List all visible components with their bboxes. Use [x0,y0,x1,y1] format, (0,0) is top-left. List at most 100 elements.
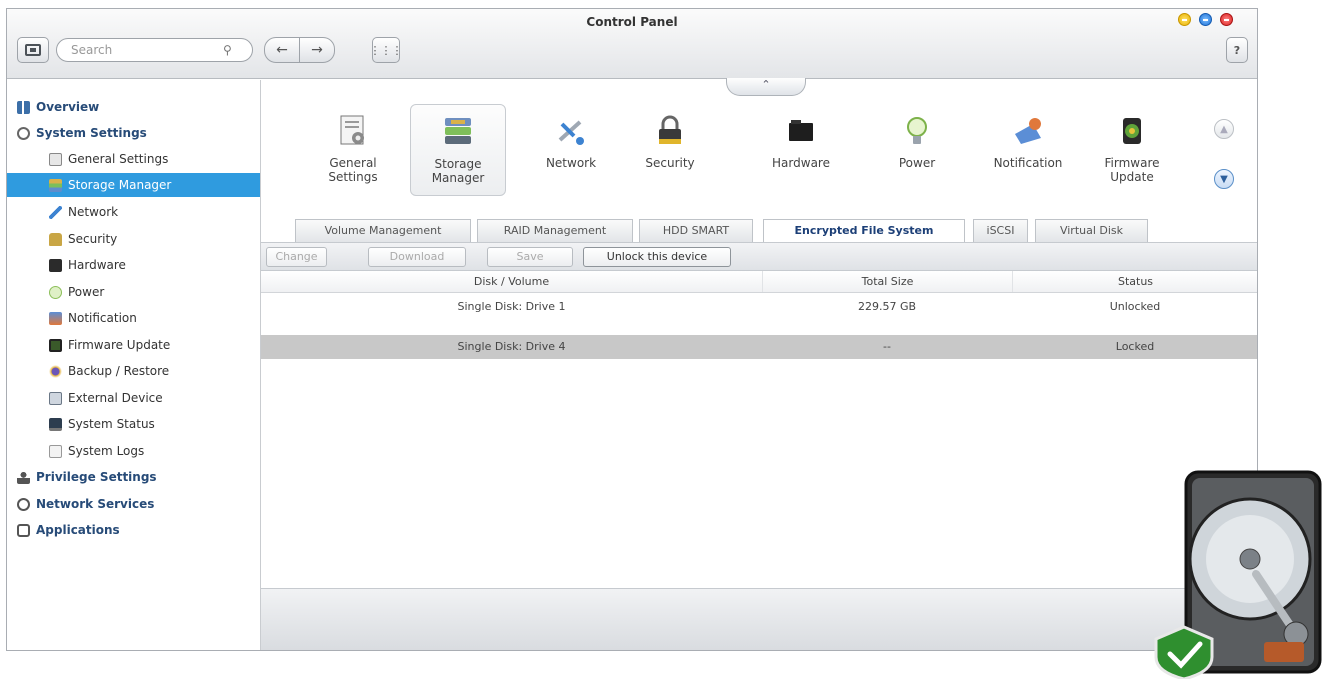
forward-button[interactable]: → [299,37,335,63]
network-icon [558,120,584,145]
hardware-icon [789,120,813,141]
iconbar-scroll-down-button[interactable]: ▼ [1214,169,1234,189]
sidebar-item-label: External Device [68,391,163,405]
cell-total-size: 229.57 GB [857,300,917,313]
iconbar-scroll-up-button[interactable]: ▲ [1214,119,1234,139]
sidebar-item-security[interactable]: Security [7,227,260,251]
backup-restore-icon [49,364,62,378]
tab-raid-management[interactable]: RAID Management [477,219,633,243]
back-button[interactable]: ← [264,37,300,63]
sidebar-item-label: Storage Manager [68,178,172,192]
iconbar-general-settings[interactable]: General Settings [305,104,401,196]
iconbar-security[interactable]: Security [622,104,718,196]
minimize-button[interactable] [1178,13,1191,26]
iconbar-label: Network [545,156,597,170]
sidebar-item-label: Privilege Settings [36,470,157,484]
sidebar-item-network-services[interactable]: Network Services [7,492,260,516]
iconbar-firmware-update[interactable]: Firmware Update [1084,104,1180,196]
help-button[interactable]: ? [1226,37,1248,63]
action-toolbar: Change Download Save Unlock this device [261,243,1257,271]
sidebar-item-system-status[interactable]: System Status [7,412,260,436]
iconbar-notification[interactable]: Notification [980,104,1076,196]
storage-manager-icon [49,178,62,192]
iconbar-label: Firmware [1104,156,1160,170]
globe-icon [17,497,30,511]
iconbar-storage-manager[interactable]: Storage Manager [410,104,506,196]
sidebar-item-label: System Status [68,417,155,431]
cell-status: Unlocked [1109,300,1161,313]
notification-icon [1015,118,1041,144]
iconbar-label: Manager [431,171,485,185]
sidebar-item-hardware[interactable]: Hardware [7,253,260,277]
lock-icon [49,232,62,246]
cell-disk-volume: Single Disk: Drive 4 [457,340,566,353]
title-bar: Control Panel Search ⚲ ← → ⋮⋮⋮ ? [7,9,1257,79]
sidebar-item-applications[interactable]: Applications [7,518,260,542]
table-row[interactable]: Single Disk: Drive 4 -- Locked [261,335,1257,359]
power-bulb-icon [49,285,62,299]
save-button[interactable]: Save [487,247,573,267]
sidebar-item-privilege-settings[interactable]: Privilege Settings [7,465,260,489]
lock-icon [659,115,681,144]
sidebar-item-network[interactable]: Network [7,200,260,224]
sidebar-item-storage-manager[interactable]: Storage Manager [7,173,260,197]
sidebar-item-label: Security [68,232,118,246]
notification-icon [49,311,62,325]
tab-hdd-smart[interactable]: HDD SMART [639,219,753,243]
user-icon [17,470,30,484]
grid-icon: ⋮⋮⋮ [369,43,403,57]
home-icon [25,44,41,56]
apps-grid-button[interactable]: ⋮⋮⋮ [369,37,403,63]
sidebar-item-system-settings[interactable]: System Settings [7,121,260,145]
sidebar-item-label: System Settings [36,126,147,140]
cell-total-size: -- [883,340,891,353]
sidebar-item-overview[interactable]: Overview [7,95,260,119]
search-icon[interactable]: ⚲ [223,43,235,57]
network-icon [49,205,62,219]
arrow-left-icon: ← [276,42,288,58]
hardware-icon [49,258,62,272]
iconbar-label: Notification [993,156,1063,170]
change-button[interactable]: Change [266,247,327,267]
window-title: Control Panel [586,15,678,29]
tab-virtual-disk[interactable]: Virtual Disk [1035,219,1148,243]
column-header-status[interactable]: Status [1012,271,1258,292]
iconbar-hardware[interactable]: Hardware [753,104,849,196]
sidebar-item-label: Network [68,205,119,219]
iconbar-label: Security [645,156,695,170]
tab-iscsi[interactable]: iSCSI [973,219,1028,243]
table-header: Disk / Volume Total Size Status [261,271,1257,293]
sidebar-item-backup-restore[interactable]: Backup / Restore [7,359,260,383]
unlock-device-button[interactable]: Unlock this device [583,247,731,267]
column-header-total-size[interactable]: Total Size [762,271,1012,292]
iconbar-network[interactable]: Network [523,104,619,196]
sidebar-item-label: Network Services [36,497,155,511]
sidebar-item-power[interactable]: Power [7,280,260,304]
system-status-icon [49,417,62,431]
hard-drive-shield-illustration [1154,470,1322,679]
tab-volume-management[interactable]: Volume Management [295,219,471,243]
close-button[interactable] [1220,13,1233,26]
sidebar-item-system-logs[interactable]: System Logs [7,439,260,463]
collapse-iconbar-tab[interactable]: ⌃ [726,78,806,96]
download-button[interactable]: Download [368,247,466,267]
maximize-button[interactable] [1199,13,1212,26]
sidebar-item-firmware-update[interactable]: Firmware Update [7,333,260,357]
tab-encrypted-file-system[interactable]: Encrypted File System [763,219,965,244]
applications-icon [17,523,30,537]
cell-status: Locked [1115,340,1155,353]
arrow-right-icon: → [311,42,323,58]
column-header-disk-volume[interactable]: Disk / Volume [261,271,762,292]
sidebar-item-general-settings[interactable]: General Settings [7,147,260,171]
sidebar-item-label: System Logs [68,444,145,458]
sidebar-item-label: Overview [36,100,100,114]
sidebar-item-label: Backup / Restore [68,364,170,378]
sidebar-item-external-device[interactable]: External Device [7,386,260,410]
gear-icon [17,126,30,140]
sidebar-item-notification[interactable]: Notification [7,306,260,330]
home-button[interactable] [17,37,49,63]
sidebar-item-label: General Settings [68,152,169,166]
iconbar-power[interactable]: Power [869,104,965,196]
table-row[interactable]: Single Disk: Drive 1 229.57 GB Unlocked [261,295,1257,319]
firmware-update-icon [49,338,62,352]
